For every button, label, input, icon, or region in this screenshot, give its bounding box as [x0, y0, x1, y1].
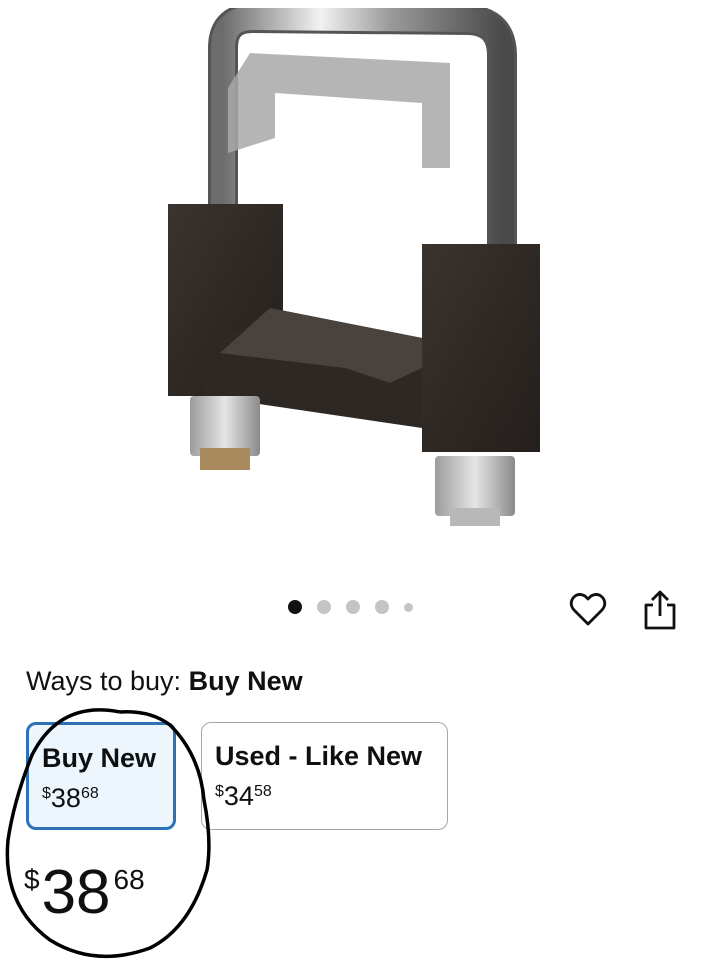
product-image[interactable]: [150, 8, 550, 538]
buy-new-option[interactable]: Buy New $3868: [26, 722, 176, 830]
ways-to-buy-heading: Ways to buy: Buy New: [26, 666, 303, 697]
option-price: $3458: [215, 781, 272, 811]
ways-to-buy-label: Ways to buy:: [26, 666, 182, 696]
carousel-dot-1[interactable]: [288, 600, 302, 614]
carousel-dots[interactable]: [288, 600, 413, 614]
heart-icon[interactable]: [568, 590, 608, 630]
used-like-new-option[interactable]: Used - Like New $3458: [201, 722, 448, 830]
share-icon[interactable]: [640, 588, 680, 632]
option-label: Used - Like New: [215, 741, 423, 771]
price-display: $38 68: [24, 858, 145, 927]
carousel-dot-2[interactable]: [317, 600, 331, 614]
option-price: $3868: [42, 783, 99, 813]
ways-to-buy-selected: Buy New: [188, 666, 303, 696]
carousel-dot-3[interactable]: [346, 600, 360, 614]
carousel-dot-5[interactable]: [404, 602, 413, 612]
option-label: Buy New: [42, 743, 157, 773]
carousel-dot-4[interactable]: [375, 600, 389, 614]
